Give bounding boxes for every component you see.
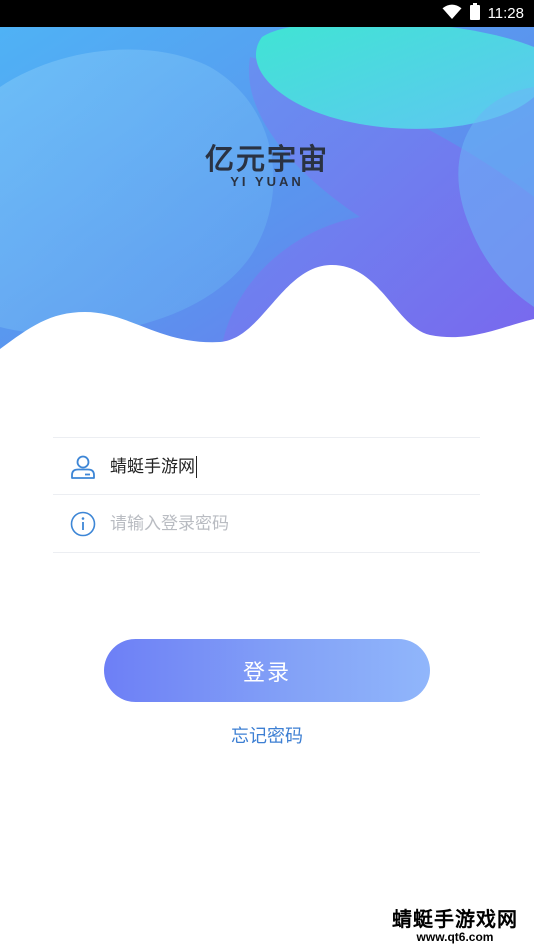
- status-icons: 11:28: [442, 0, 524, 27]
- forgot-password-link[interactable]: 忘记密码: [0, 722, 534, 748]
- battery-icon: [469, 3, 480, 24]
- divider-bottom: [53, 552, 480, 553]
- username-input[interactable]: 蜻蜓手游网: [110, 455, 197, 478]
- password-input[interactable]: [110, 508, 410, 539]
- wifi-icon: [442, 4, 462, 24]
- watermark-url: www.qt6.com: [416, 930, 494, 944]
- logo-title: 亿元宇宙: [204, 142, 329, 176]
- watermark: 蜻蜓手游戏网 www.qt6.com: [392, 908, 518, 944]
- hero-banner: [0, 27, 534, 357]
- user-icon: [68, 452, 98, 482]
- password-field[interactable]: [53, 495, 480, 552]
- info-icon: [68, 509, 98, 539]
- status-time: 11:28: [487, 5, 524, 22]
- status-bar: 11:28: [0, 0, 534, 27]
- username-field[interactable]: 蜻蜓手游网: [53, 438, 480, 495]
- login-button[interactable]: 登录: [104, 639, 430, 702]
- logo-subtitle: YI YUAN: [230, 174, 304, 189]
- watermark-title: 蜻蜓手游戏网: [392, 907, 518, 931]
- hero-wave-graphic: [0, 27, 534, 357]
